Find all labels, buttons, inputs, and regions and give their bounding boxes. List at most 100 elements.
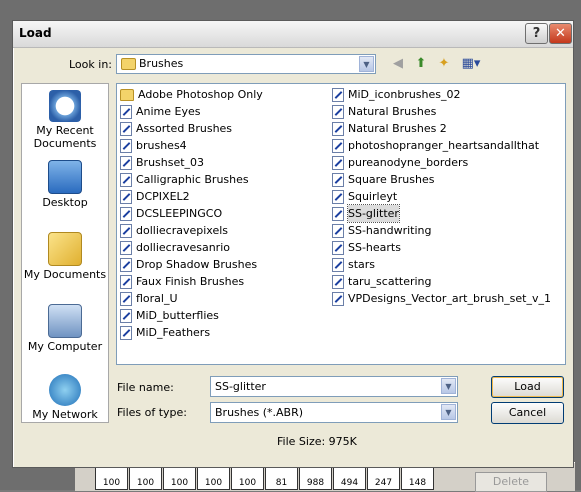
new-folder-icon[interactable]: ✦ [435, 55, 453, 73]
file-name: Anime Eyes [136, 105, 201, 118]
file-name: Squirleyt [348, 190, 398, 203]
place-desktop[interactable]: Desktop [22, 160, 108, 209]
brush-file-icon [332, 257, 344, 272]
file-name-value: SS-glitter [215, 380, 266, 393]
brush-size: 100 [136, 478, 155, 488]
file-size-label: File Size: 975K [277, 435, 357, 448]
file-name: SS-glitter [347, 204, 400, 223]
folder-icon [120, 88, 134, 101]
file-name: DCSLEEPINGCO [136, 207, 223, 220]
brush-file-icon [332, 240, 344, 255]
file-item[interactable]: SS-glitter [331, 204, 551, 223]
brush-size: 100 [170, 478, 189, 488]
file-item[interactable]: photoshopranger_heartsandallthat [331, 137, 551, 154]
file-column-2: MiD_iconbrushes_02 Natural Brushes Natural… [331, 86, 551, 307]
file-list[interactable]: Adobe Photoshop Only Anime Eyes Assorted B… [116, 83, 566, 365]
file-item[interactable]: brushes4 [119, 137, 263, 154]
files-of-type-label: Files of type: [117, 406, 188, 419]
brush-file-icon [120, 155, 132, 170]
view-menu-icon[interactable]: ▦▾ [459, 55, 483, 73]
file-name: Brushset_03 [136, 156, 205, 169]
brush-file-icon [332, 274, 344, 289]
file-item[interactable]: Faux Finish Brushes [119, 273, 263, 290]
brush-file-icon [120, 291, 132, 306]
file-name: floral_U [136, 292, 178, 305]
file-item[interactable]: MiD_iconbrushes_02 [331, 86, 551, 103]
file-item[interactable]: Natural Brushes [331, 103, 551, 120]
file-name: MiD_Feathers [136, 326, 211, 339]
file-name: VPDesigns_Vector_art_brush_set_v_1 [348, 292, 551, 305]
file-item[interactable]: stars [331, 256, 551, 273]
file-item[interactable]: Square Brushes [331, 171, 551, 188]
brush-file-icon [120, 274, 132, 289]
cancel-button[interactable]: Cancel [491, 402, 564, 424]
file-name: photoshopranger_heartsandallthat [348, 139, 540, 152]
brush-size: 494 [340, 478, 359, 488]
file-item[interactable]: MiD_butterflies [119, 307, 263, 324]
place-my-documents[interactable]: My Documents [22, 232, 108, 281]
file-name: brushes4 [136, 139, 187, 152]
desktop-icon [48, 160, 82, 194]
file-name: pureanodyne_borders [348, 156, 469, 169]
file-item[interactable]: Adobe Photoshop Only [119, 86, 263, 103]
file-item[interactable]: MiD_Feathers [119, 324, 263, 341]
place-my-recent-documents[interactable]: My Recent Documents [22, 90, 108, 150]
file-item[interactable]: Natural Brushes 2 [331, 120, 551, 137]
back-icon[interactable]: ◀ [389, 55, 407, 73]
look-in-dropdown[interactable]: Brushes ▼ [116, 54, 376, 74]
look-in-value: Brushes [139, 57, 184, 70]
brush-size: 81 [275, 478, 288, 488]
brush-file-icon [120, 325, 132, 340]
file-name-label: File name: [117, 381, 174, 394]
chevron-down-icon[interactable]: ▼ [441, 404, 456, 420]
file-item[interactable]: SS-hearts [331, 239, 551, 256]
file-item[interactable]: VPDesigns_Vector_art_brush_set_v_1 [331, 290, 551, 307]
globe-network-icon [49, 374, 81, 406]
brush-file-icon [332, 223, 344, 238]
file-item[interactable]: DCPIXEL2 [119, 188, 263, 205]
file-item[interactable]: taru_scattering [331, 273, 551, 290]
file-name: Faux Finish Brushes [136, 275, 245, 288]
place-my-network[interactable]: My Network [22, 374, 108, 421]
place-label: Desktop [42, 196, 88, 209]
brush-size: 148 [408, 478, 427, 488]
brush-file-icon [120, 308, 132, 323]
chevron-down-icon[interactable]: ▼ [441, 378, 456, 394]
brush-file-icon [120, 172, 132, 187]
file-item[interactable]: dolliecravesanrio [119, 239, 263, 256]
close-button[interactable]: ✕ [549, 23, 572, 44]
brush-size: 100 [204, 478, 223, 488]
file-name: dolliecravesanrio [136, 241, 230, 254]
file-name: Calligraphic Brushes [136, 173, 249, 186]
load-button[interactable]: Load [491, 376, 564, 398]
file-name: MiD_butterflies [136, 309, 219, 322]
file-item[interactable]: pureanodyne_borders [331, 154, 551, 171]
place-my-computer[interactable]: My Computer [22, 304, 108, 353]
files-of-type-dropdown[interactable]: Brushes (*.ABR) ▼ [210, 402, 458, 423]
file-item[interactable]: Anime Eyes [119, 103, 263, 120]
file-item[interactable]: Drop Shadow Brushes [119, 256, 263, 273]
brush-file-icon [120, 257, 132, 272]
chevron-down-icon[interactable]: ▼ [359, 56, 374, 72]
file-item[interactable]: DCSLEEPINGCO [119, 205, 263, 222]
file-item[interactable]: Calligraphic Brushes [119, 171, 263, 188]
files-of-type-value: Brushes (*.ABR) [215, 406, 304, 419]
clock-document-icon [49, 90, 81, 122]
file-item[interactable]: dolliecravepixels [119, 222, 263, 239]
computer-icon [48, 304, 82, 338]
file-item[interactable]: Brushset_03 [119, 154, 263, 171]
file-item[interactable]: Assorted Brushes [119, 120, 263, 137]
file-item[interactable]: SS-handwriting [331, 222, 551, 239]
place-label: My Documents [23, 268, 107, 281]
brush-file-icon [332, 87, 344, 102]
file-name: Natural Brushes [348, 105, 437, 118]
file-item[interactable]: Squirleyt [331, 188, 551, 205]
help-button[interactable]: ? [525, 23, 548, 44]
up-folder-icon[interactable]: ⬆ [412, 55, 430, 73]
title-bar: Load ? ✕ [13, 21, 573, 48]
file-name-input[interactable]: SS-glitter ▼ [210, 376, 458, 397]
brush-file-icon [332, 189, 344, 204]
file-item[interactable]: floral_U [119, 290, 263, 307]
file-name: stars [348, 258, 376, 271]
folder-icon [121, 58, 136, 70]
